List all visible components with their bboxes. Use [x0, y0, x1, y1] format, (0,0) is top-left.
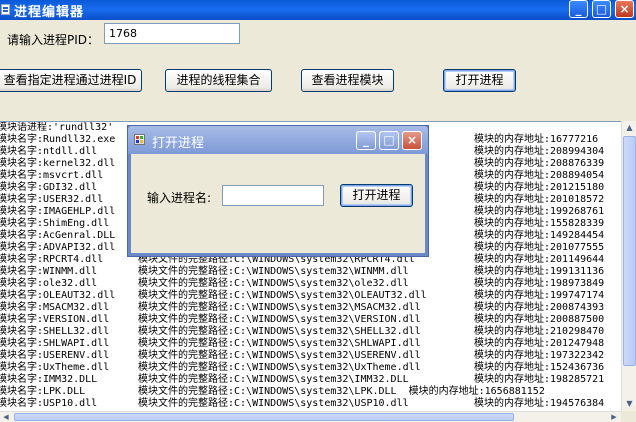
list-item[interactable]: 模块名字:IMM32.DLL 模块文件的完整路径:C:\WINDOWS\syste… — [0, 374, 621, 386]
module-path-cell: 模块文件的完整路径:C:\WINDOWS\system32\LPK.DLL 模块… — [138, 386, 545, 397]
dialog-close-button[interactable]: × — [402, 131, 422, 150]
module-name-cell: 模块名字:msvcrt.dll — [0, 170, 104, 181]
module-name-cell: 模块名字:kernel32.dll — [0, 158, 116, 169]
module-path-cell: 模块文件的完整路径:C:\WINDOWS\system32\USP10.dll — [138, 398, 409, 409]
dialog-title-bar: 打开进程 _ □ × — [128, 126, 428, 154]
pid-label: 请输入进程PID： — [7, 33, 100, 47]
dialog-app-icon — [134, 134, 145, 145]
list-item[interactable]: 模块名字:WINMM.dll 模块文件的完整路径:C:\WINDOWS\syste… — [0, 266, 621, 278]
module-name-cell: 模块名字:Rundll32.exe — [0, 134, 116, 145]
module-address-cell: 模块的内存地址:198285721 — [474, 374, 605, 385]
module-address-cell: 模块的内存地址:199747174 — [474, 290, 605, 301]
view-modules-button[interactable]: 查看进程模块 — [301, 69, 394, 92]
list-item[interactable]: 模块名字:UxTheme.dll 模块文件的完整路径:C:\WINDOWS\sys… — [0, 362, 621, 374]
open-process-dialog: 打开进程 _ □ × 输入进程名: 打开进程 — [128, 126, 428, 256]
list-item[interactable]: 模块名字:MSACM32.dll 模块文件的完整路径:C:\WINDOWS\sys… — [0, 302, 621, 314]
pid-input[interactable] — [104, 23, 240, 44]
module-name-cell: 模块名字:IMM32.DLL — [0, 374, 98, 385]
maximize-button[interactable]: □ — [592, 0, 611, 18]
thread-collection-button[interactable]: 进程的线程集合 — [165, 69, 272, 92]
module-address-cell: 模块的内存地址:198973849 — [474, 278, 605, 289]
module-name-cell: 模块名字:VERSION.dll — [0, 314, 110, 325]
module-address-cell: 模块的内存地址:194576384 — [474, 398, 605, 409]
module-address-cell: 模块的内存地址:208894054 — [474, 170, 605, 181]
module-name-cell: 模块名字:USP10.dll — [0, 398, 98, 409]
list-item[interactable]: 模块名字:SHELL32.dll 模块文件的完整路径:C:\WINDOWS\sys… — [0, 326, 621, 338]
module-name-cell: 模块名字:IMAGEHLP.dll — [0, 206, 116, 217]
module-address-cell: 模块的内存地址:199131136 — [474, 266, 605, 277]
list-item[interactable]: 模块名字:USERENV.dll 模块文件的完整路径:C:\WINDOWS\sys… — [0, 350, 621, 362]
module-address-cell: 模块的内存地址:155828339 — [474, 218, 605, 229]
open-process-button[interactable]: 打开进程 — [443, 69, 516, 92]
module-path-cell: 模块文件的完整路径:C:\WINDOWS\system32\IMM32.DLL — [138, 374, 409, 385]
module-path-cell: 模块文件的完整路径:C:\WINDOWS\system32\UxTheme.dl… — [138, 362, 421, 373]
dialog-maximize-button[interactable]: □ — [379, 131, 399, 150]
module-address-cell: 模块的内存地址:152436736 — [474, 362, 605, 373]
module-address-cell: 模块的内存地址:210298470 — [474, 326, 605, 337]
list-item[interactable]: 模块名字:VERSION.dll 模块文件的完整路径:C:\WINDOWS\sys… — [0, 314, 621, 326]
module-address-cell: 模块的内存地址:200874393 — [474, 302, 605, 313]
module-name-cell: 模块名字:OLEAUT32.dll — [0, 290, 116, 301]
process-name-input[interactable] — [222, 185, 324, 206]
module-name-cell: 模块名字:RPCRT4.dll — [0, 254, 104, 265]
vertical-scrollbar[interactable]: ▲ ▼ — [621, 121, 636, 411]
minimize-button[interactable]: _ — [569, 0, 588, 18]
module-path-cell: 模块文件的完整路径:C:\WINDOWS\system32\SHLWAPI.dl… — [138, 338, 421, 349]
module-address-cell: 模块的内存地址:149284454 — [474, 230, 605, 241]
module-address-cell: 模块的内存地址:201077555 — [474, 242, 605, 253]
module-name-cell: 模块名字:SHELL32.dll — [0, 326, 110, 337]
dialog-minimize-button[interactable]: _ — [356, 131, 376, 150]
module-address-cell: 模块的内存地址:201149644 — [474, 254, 605, 265]
list-item[interactable]: 模块名字:USP10.dll 模块文件的完整路径:C:\WINDOWS\syste… — [0, 398, 621, 410]
module-address-cell: 模块的内存地址:197322342 — [474, 350, 605, 361]
list-item[interactable]: 模块名字:ole32.dll 模块文件的完整路径:C:\WINDOWS\syste… — [0, 278, 621, 290]
module-name-cell: 模块名字:ole32.dll — [0, 278, 98, 289]
dialog-title: 打开进程 — [152, 136, 205, 151]
module-name-cell: 模块名字:ntdll.dll — [0, 146, 98, 157]
module-path-cell: 模块文件的完整路径:C:\WINDOWS\system32\USERENV.dl… — [138, 350, 421, 361]
module-address-cell: 模块的内存地址:200887500 — [474, 314, 605, 325]
scroll-up-icon[interactable]: ▲ — [623, 121, 636, 134]
window-title: 进程编辑器 — [14, 5, 85, 20]
module-address-cell: 模块的内存地址:201247948 — [474, 338, 605, 349]
module-address-cell: 模块的内存地址:201018572 — [474, 194, 605, 205]
module-name-cell: 模块名字:USER32.dll — [0, 194, 104, 205]
module-path-cell: 模块文件的完整路径:C:\WINDOWS\system32\WINMM.dll — [138, 266, 409, 277]
list-item[interactable]: 模块名字:OLEAUT32.dll 模块文件的完整路径:C:\WINDOWS\sy… — [0, 290, 621, 302]
horizontal-scrollbar[interactable]: ◀ ▶ — [0, 411, 621, 422]
module-address-cell: 模块的内存地址:199268761 — [474, 206, 605, 217]
module-name-cell: 模块名字:GDI32.dll — [0, 182, 98, 193]
module-path-cell: 模块文件的完整路径:C:\WINDOWS\system32\VERSION.dl… — [138, 314, 421, 325]
module-name-cell: 模块名字:LPK.DLL — [0, 386, 86, 397]
scroll-corner — [621, 411, 636, 421]
horizontal-scroll-thumb[interactable] — [14, 413, 514, 421]
dialog-open-process-button[interactable]: 打开进程 — [340, 184, 413, 207]
module-name-cell: 模块名字:AcGenral.DLL — [0, 230, 116, 241]
module-address-cell: 模块的内存地址:201215180 — [474, 182, 605, 193]
title-bar: 进程编辑器 _ □ × — [0, 0, 636, 20]
vertical-scroll-thumb[interactable] — [623, 136, 636, 366]
view-process-by-id-button[interactable]: 查看指定进程通过进程ID — [0, 69, 142, 92]
list-item[interactable]: 模块名字:SHLWAPI.dll 模块文件的完整路径:C:\WINDOWS\sys… — [0, 338, 621, 350]
module-path-cell: 模块文件的完整路径:C:\WINDOWS\system32\SHELL32.dl… — [138, 326, 421, 337]
module-address-cell: 模块的内存地址:16777216 — [474, 134, 599, 145]
module-name-cell: 模块名字:WINMM.dll — [0, 266, 98, 277]
module-name-cell: 模块名字:UxTheme.dll — [0, 362, 110, 373]
module-name-cell: 模块名字:USERENV.dll — [0, 350, 110, 361]
module-name-cell: 模块名字:MSACM32.dll — [0, 302, 110, 313]
module-name-cell: 模块名字:ShimEng.dll — [0, 218, 110, 229]
module-name-cell: 模块语进程:'rundll32' — [0, 122, 114, 133]
module-path-cell: 模块文件的完整路径:C:\WINDOWS\system32\ole32.dll — [138, 278, 409, 289]
module-name-cell: 模块名字:SHLWAPI.dll — [0, 338, 110, 349]
module-path-cell: 模块文件的完整路径:C:\WINDOWS\system32\OLEAUT32.d… — [138, 290, 427, 301]
app-icon — [1, 4, 10, 15]
close-button[interactable]: × — [615, 0, 634, 18]
list-item[interactable]: 模块名字:LPK.DLL 模块文件的完整路径:C:\WINDOWS\system3… — [0, 386, 621, 398]
module-path-cell: 模块文件的完整路径:C:\WINDOWS\system32\MSACM32.dl… — [138, 302, 421, 313]
scroll-down-icon[interactable]: ▼ — [623, 397, 636, 410]
module-name-cell: 模块名字:ADVAPI32.dll — [0, 242, 116, 253]
module-address-cell: 模块的内存地址:208994304 — [474, 146, 605, 157]
process-name-label: 输入进程名: — [147, 191, 212, 205]
module-address-cell: 模块的内存地址:208876339 — [474, 158, 605, 169]
